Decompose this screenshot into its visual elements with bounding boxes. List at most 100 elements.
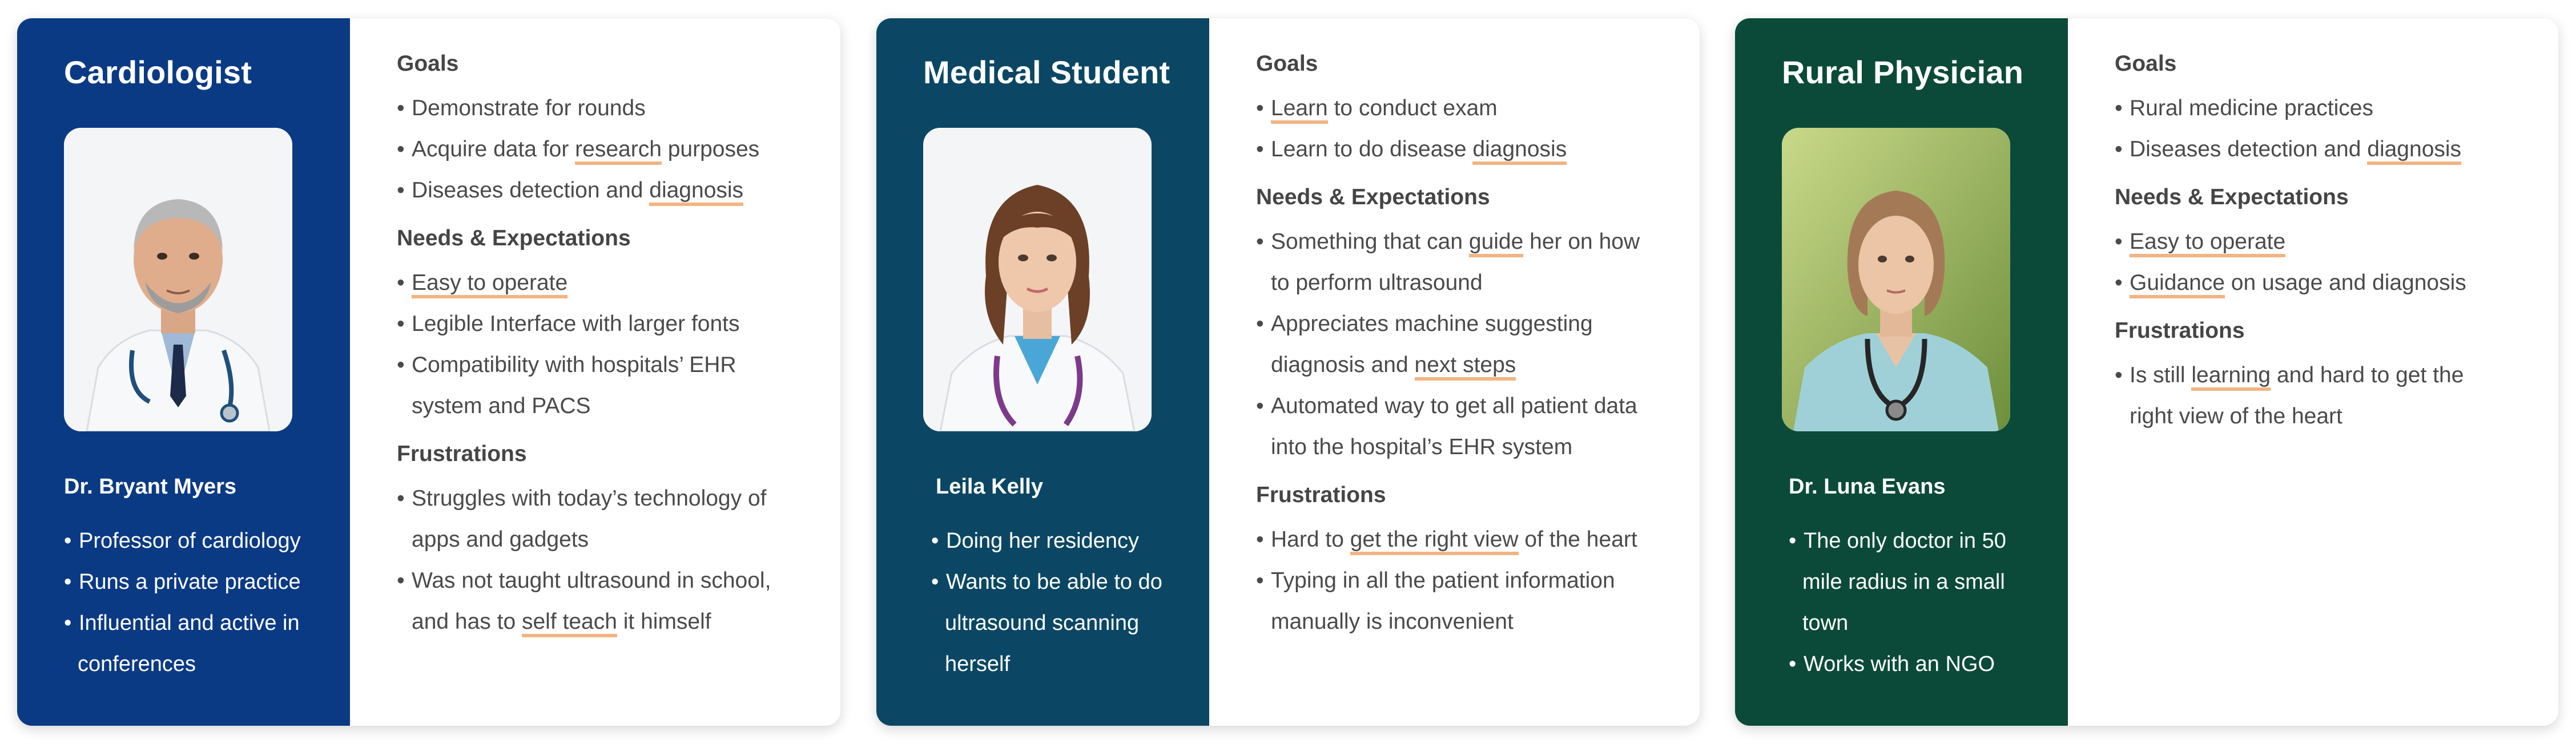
item-text: Diseases detection and (2130, 137, 2368, 161)
section-title: Needs & Expectations (397, 226, 631, 250)
list-item: • Demonstrate for rounds (397, 96, 646, 120)
persona-details: Goals • Demonstrate for rounds • Acquire dat… (350, 18, 840, 726)
list-item: • Runs a private practice (64, 570, 301, 594)
list-item: • Automated way to get all patient data i… (1256, 394, 1637, 459)
highlighted-keyword: Easy to operate (2130, 229, 2286, 257)
item-text: Diseases detection and (412, 178, 650, 203)
persona-about-list: • Professor of cardiology • Runs a private… (64, 520, 332, 685)
list-item: • Easy to operate (2115, 221, 2513, 262)
list-item: • Easy to operate (397, 262, 795, 304)
physician-portrait-icon (1782, 128, 2010, 431)
section-title: Goals (2115, 51, 2177, 76)
persona-card-rural-physician: Rural Physician Dr. Luna Evans • The onl… (1735, 18, 2558, 726)
section-title: Needs & Expectations (1256, 185, 1490, 209)
list-item: • Diseases detection and diagnosis (2115, 129, 2513, 170)
item-text: it himself (617, 609, 711, 634)
section-list: • Easy to operate • Guidance on usage and d… (2115, 221, 2513, 304)
list-item: • Struggles with today’s technology of ap… (397, 486, 767, 552)
section-title: Frustrations (1256, 483, 1386, 507)
item-text: to conduct exam (1327, 96, 1498, 120)
list-item: • Rural medicine practices (2115, 96, 2374, 120)
highlighted-keyword: next steps (1414, 353, 1516, 381)
highlighted-keyword: Learn (1271, 96, 1328, 124)
section-list: • Rural medicine practices • Diseases detec… (2115, 88, 2513, 170)
highlighted-keyword: guide (1468, 229, 1524, 257)
item-text: Something that can (1271, 229, 1469, 254)
persona-side-panel: Rural Physician Dr. Luna Evans • The onl… (1735, 18, 2068, 726)
item-text: Struggles with today’s technology of app… (412, 486, 767, 552)
section-title: Frustrations (397, 442, 527, 466)
highlighted-keyword: learning (2191, 363, 2271, 391)
persona-about-list: • Doing her residency • Wants to be able t… (931, 520, 1182, 685)
student-portrait-icon (923, 128, 1152, 431)
list-item: • Works with an NGO (1789, 652, 1995, 676)
highlighted-keyword: get the right view (1350, 527, 1519, 555)
section-title: Goals (1256, 51, 1318, 76)
list-item: • The only doctor in 50 mile radius in a … (1789, 529, 2006, 635)
item-text: Hard to (1271, 527, 1350, 552)
item-text: purposes (661, 137, 760, 161)
highlighted-keyword: Guidance (2130, 270, 2225, 298)
section-title: Frustrations (2115, 318, 2245, 343)
persona-photo (1782, 128, 2010, 431)
item-text: Is still (2130, 363, 2192, 387)
list-item: • Hard to get the right view of the heart (1256, 519, 1654, 560)
list-item: • Professor of cardiology (64, 529, 301, 553)
persona-name: Dr. Bryant Myers (64, 475, 237, 499)
persona-role-title: Rural Physician (1782, 54, 2024, 90)
persona-photo (923, 128, 1152, 431)
item-text: Rural medicine practices (2130, 96, 2374, 120)
list-item: • Learn to conduct exam (1256, 88, 1654, 129)
item-text: of the heart (1518, 527, 1637, 552)
persona-details: Goals • Learn to conduct exam • Learn to do … (1209, 18, 1700, 726)
highlighted-keyword: diagnosis (649, 178, 744, 206)
persona-card-medical-student: Medical Student Leila Kelly • Doing her r… (876, 18, 1700, 726)
persona-name: Leila Kelly (936, 475, 1043, 499)
item-text: on usage and diagnosis (2224, 270, 2466, 295)
list-item: • Guidance on usage and diagnosis (2115, 262, 2513, 304)
persona-photo (64, 128, 292, 431)
persona-side-panel: Cardiologist Dr. Bryant Myers • Professo… (17, 18, 350, 726)
persona-name: Dr. Luna Evans (1789, 475, 1946, 499)
section-list: • Hard to get the right view of the heart… (1256, 519, 1654, 642)
highlighted-keyword: research (575, 137, 662, 165)
section-list: • Easy to operate • Legible Interface with … (397, 262, 795, 427)
section-list: • Struggles with today’s technology of ap… (397, 478, 795, 642)
list-item: • Something that can guide her on how to … (1256, 229, 1640, 295)
persona-role-title: Medical Student (923, 54, 1170, 90)
item-text: Automated way to get all patient data in… (1271, 394, 1637, 459)
list-item: • Was not taught ultrasound in school, an… (397, 560, 795, 642)
highlighted-keyword: Easy to operate (412, 270, 568, 298)
doctor-portrait-icon (64, 128, 292, 431)
highlighted-keyword: diagnosis (1472, 137, 1567, 165)
list-item: • Doing her residency (931, 529, 1139, 553)
persona-about-list: • The only doctor in 50 mile radius in a … (1789, 520, 2040, 685)
item-text: Compatibility with hospitals’ EHR system… (412, 353, 736, 418)
section-list: • Learn to conduct exam • Learn to do disea… (1256, 88, 1654, 170)
persona-details: Goals • Rural medicine practices • Diseases … (2068, 18, 2558, 726)
section-list: • Is still learning and hard to get the r… (2115, 355, 2513, 437)
list-item: • Compatibility with hospitals’ EHR syste… (397, 353, 736, 418)
list-item: • Legible Interface with larger fonts (397, 312, 740, 336)
item-text: Typing in all the patient information ma… (1271, 568, 1615, 634)
item-text: Legible Interface with larger fonts (412, 312, 740, 336)
section-title: Needs & Expectations (2115, 185, 2349, 209)
list-item: • Is still learning and hard to get the r… (2115, 363, 2464, 428)
persona-role-title: Cardiologist (64, 54, 252, 90)
persona-card-cardiologist: Cardiologist Dr. Bryant Myers • Professo… (17, 18, 840, 726)
list-item: • Influential and active in conferences (64, 611, 300, 676)
highlighted-keyword: diagnosis (2367, 137, 2462, 165)
highlighted-keyword: self teach (521, 609, 617, 637)
list-item: • Diseases detection and diagnosis (397, 170, 795, 211)
item-text: Acquire data for (412, 137, 575, 161)
list-item: • Learn to do disease diagnosis (1256, 129, 1654, 170)
persona-side-panel: Medical Student Leila Kelly • Doing her r… (876, 18, 1209, 726)
section-list: • Something that can guide her on how to … (1256, 221, 1654, 468)
section-title: Goals (397, 51, 459, 76)
list-item: • Wants to be able to do ultrasound scann… (931, 570, 1162, 676)
list-item: • Acquire data for research purposes (397, 129, 795, 170)
item-text: Demonstrate for rounds (412, 96, 646, 120)
section-list: • Demonstrate for rounds • Acquire data for… (397, 88, 795, 211)
item-text: Learn to do disease (1271, 137, 1473, 161)
list-item: • Typing in all the patient information m… (1256, 568, 1615, 634)
